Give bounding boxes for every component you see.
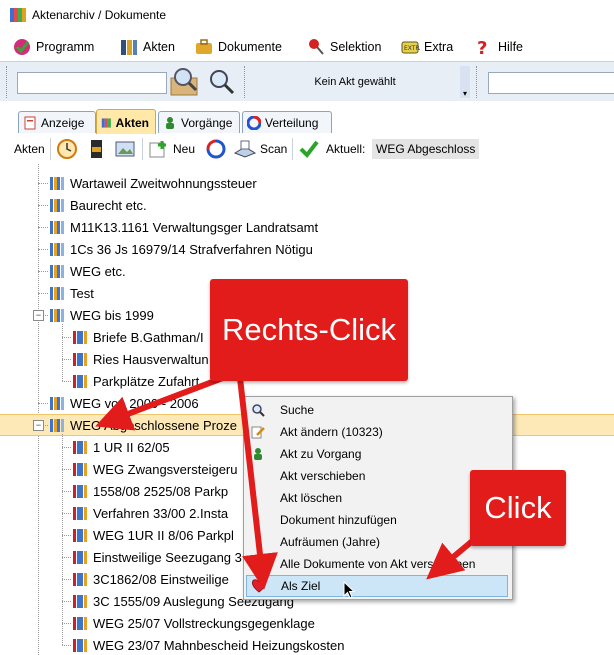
mouse-cursor-icon [343, 581, 356, 599]
arrow-to-als-ziel [237, 377, 278, 590]
rechts-click-callout: Rechts-Click [210, 279, 408, 381]
arrow-to-tree-item [95, 373, 230, 431]
click-callout: Click [470, 470, 566, 546]
